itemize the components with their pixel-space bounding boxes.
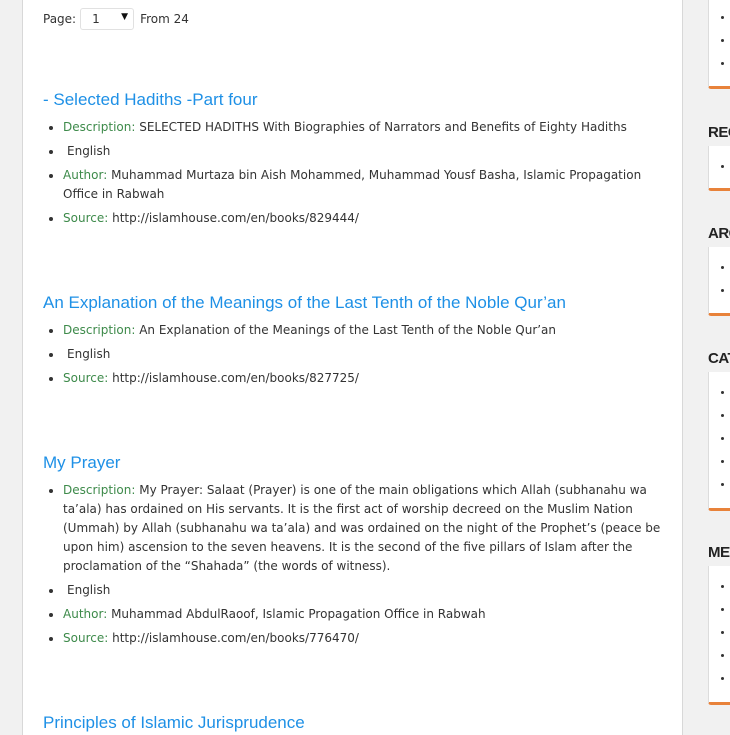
book-details: Description: My Prayer: Salaat (Prayer) … [43, 481, 664, 648]
chevron-down-icon: ▼ [121, 12, 129, 22]
list-bullet [721, 585, 724, 588]
sidebar-widget [708, 0, 730, 89]
main-content: Page: 1 ▼ From 24 - Selected Hadiths -Pa… [22, 0, 683, 735]
sidebar-widget [708, 146, 730, 191]
book-source: Source: http://islamhouse.com/en/books/7… [63, 629, 664, 648]
book-details: Description: An Explanation of the Meani… [43, 321, 664, 388]
book-item: Principles of Islamic Jurisprudence [43, 712, 664, 734]
author-text: Muhammad AbdulRaoof, Islamic Propagation… [111, 607, 486, 621]
book-language: English [63, 345, 664, 364]
list-bullet [721, 677, 724, 680]
list-bullet [721, 165, 724, 168]
book-title-link[interactable]: My Prayer [43, 452, 664, 474]
description-label: Description: [63, 483, 136, 497]
page-select[interactable]: 1 ▼ [80, 8, 135, 30]
pagination: Page: 1 ▼ From 24 [43, 7, 189, 31]
sidebar: REC ARC CAT MET [708, 0, 730, 735]
description-label: Description: [63, 323, 136, 337]
book-author: Author: Muhammad Murtaza bin Aish Mohamm… [63, 166, 664, 204]
description-label: Description: [63, 120, 136, 134]
book-description: Description: My Prayer: Salaat (Prayer) … [63, 481, 664, 576]
description-text: SELECTED HADITHS With Biographies of Nar… [139, 120, 627, 134]
source-text: http://islamhouse.com/en/books/829444/ [112, 211, 359, 225]
book-title-link[interactable]: Principles of Islamic Jurisprudence [43, 712, 664, 734]
book-item: An Explanation of the Meanings of the La… [43, 292, 664, 393]
list-bullet [721, 289, 724, 292]
book-title-link[interactable]: An Explanation of the Meanings of the La… [43, 292, 664, 314]
book-source: Source: http://islamhouse.com/en/books/8… [63, 369, 664, 388]
source-label: Source: [63, 211, 109, 225]
sidebar-widget [708, 566, 730, 705]
author-text: Muhammad Murtaza bin Aish Mohammed, Muha… [63, 168, 642, 201]
list-bullet [721, 62, 724, 65]
widget-title-meta: MET [708, 544, 730, 561]
list-bullet [721, 437, 724, 440]
widget-title-recent: REC [708, 124, 730, 141]
source-text: http://islamhouse.com/en/books/776470/ [112, 631, 359, 645]
book-language: English [63, 142, 664, 161]
source-text: http://islamhouse.com/en/books/827725/ [112, 371, 359, 385]
list-bullet [721, 608, 724, 611]
book-author: Author: Muhammad AbdulRaoof, Islamic Pro… [63, 605, 664, 624]
book-description: Description: An Explanation of the Meani… [63, 321, 664, 340]
sidebar-widget [708, 372, 730, 511]
list-bullet [721, 483, 724, 486]
page-label: Page: [43, 12, 77, 26]
author-label: Author: [63, 168, 108, 182]
page-select-value: 1 [92, 12, 100, 26]
book-description: Description: SELECTED HADITHS With Biogr… [63, 118, 664, 137]
list-bullet [721, 391, 724, 394]
description-text: An Explanation of the Meanings of the La… [139, 323, 557, 337]
list-bullet [721, 16, 724, 19]
page-count: From 24 [140, 12, 189, 26]
book-item: My Prayer Description: My Prayer: Salaat… [43, 452, 664, 653]
widget-title-categories: CAT [708, 350, 730, 367]
author-label: Author: [63, 607, 108, 621]
language-text: English [67, 583, 111, 597]
language-text: English [67, 347, 111, 361]
description-text: My Prayer: Salaat (Prayer) is one of the… [63, 483, 661, 573]
book-item: - Selected Hadiths -Part four Descriptio… [43, 89, 664, 233]
list-bullet [721, 39, 724, 42]
widget-title-archives: ARC [708, 225, 730, 242]
sidebar-widget [708, 247, 730, 316]
list-bullet [721, 631, 724, 634]
list-bullet [721, 460, 724, 463]
list-bullet [721, 266, 724, 269]
list-bullet [721, 654, 724, 657]
book-language: English [63, 581, 664, 600]
book-title-link[interactable]: - Selected Hadiths -Part four [43, 89, 664, 111]
source-label: Source: [63, 631, 109, 645]
list-bullet [721, 414, 724, 417]
language-text: English [67, 144, 111, 158]
book-details: Description: SELECTED HADITHS With Biogr… [43, 118, 664, 228]
source-label: Source: [63, 371, 109, 385]
book-source: Source: http://islamhouse.com/en/books/8… [63, 209, 664, 228]
